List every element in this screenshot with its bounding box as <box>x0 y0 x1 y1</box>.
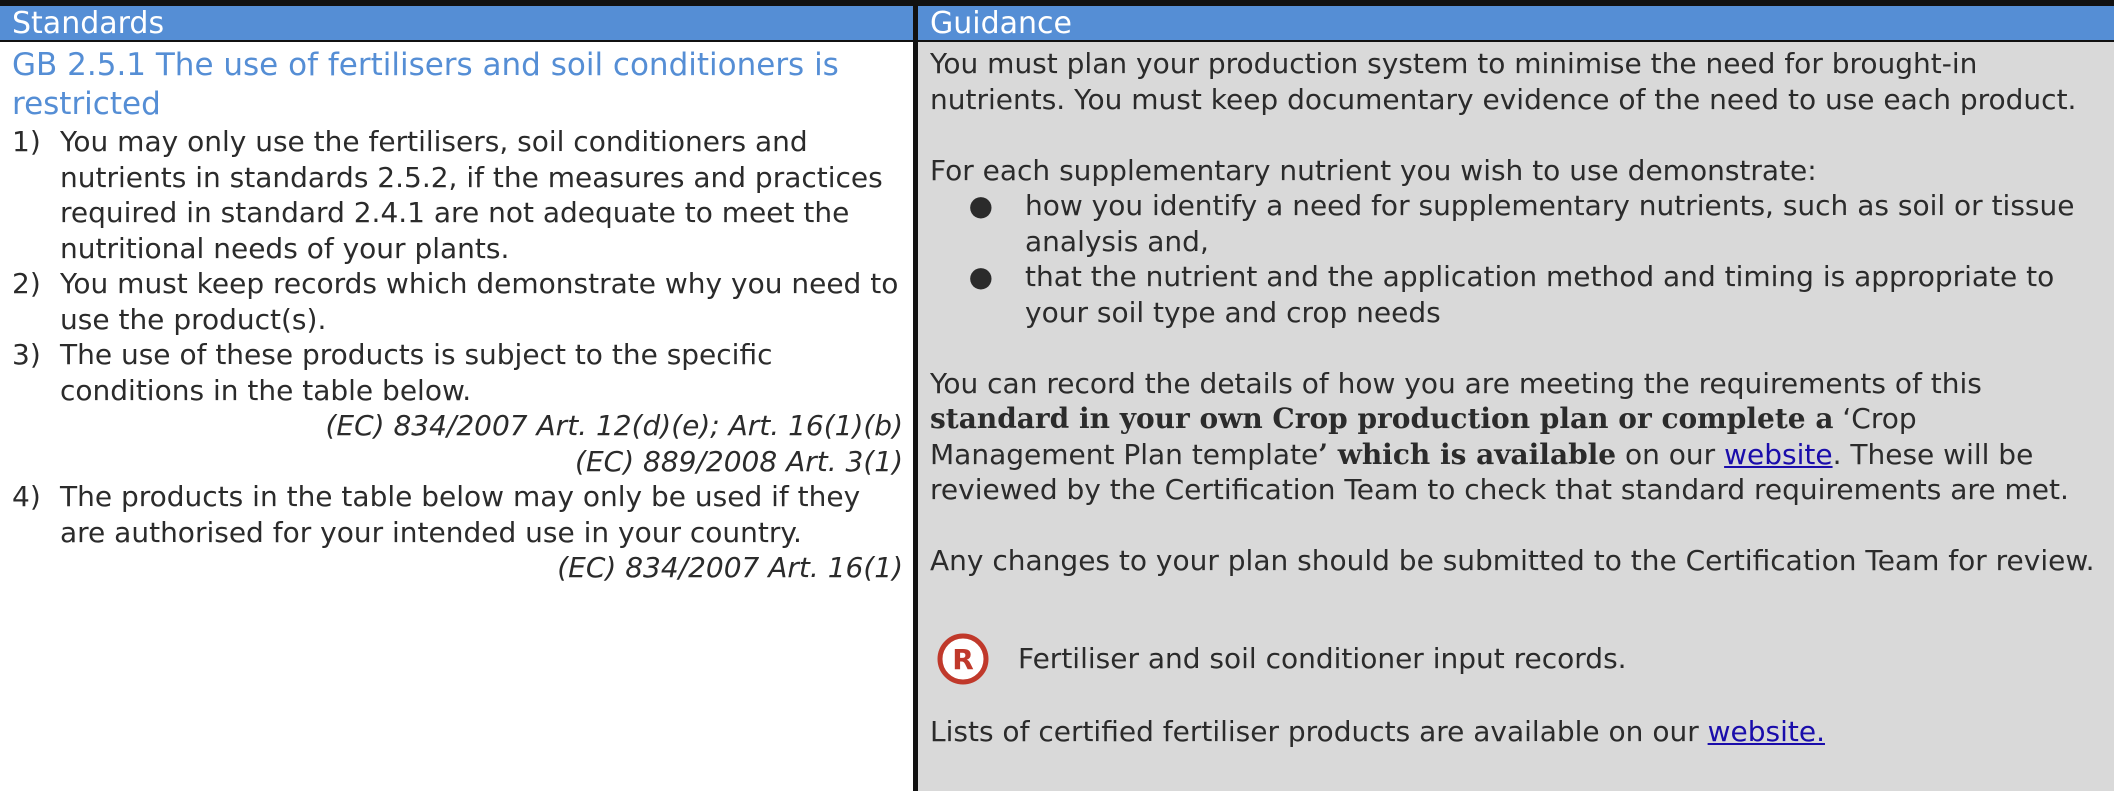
guidance-paragraph: You must plan your production system to … <box>930 47 2077 116</box>
regulation-reference: (EC) 834/2007 Art. 16(1) <box>557 551 903 584</box>
list-item: 4) The products in the table below may on… <box>12 480 861 549</box>
bullet-icon: ● <box>968 189 993 222</box>
regulation-reference: (EC) 834/2007 Art. 12(d)(e); Art. 16(1)(… <box>325 409 904 442</box>
bullet-icon: ● <box>968 260 993 293</box>
standards-header: Standards <box>0 6 913 42</box>
standards-column: Standards GB 2.5.1 The use of fertiliser… <box>0 6 918 791</box>
list-item: ● that the nutrient and the application m… <box>930 259 2102 330</box>
list-item: 1) You may only use the fertilisers, soil… <box>12 125 883 265</box>
guidance-paragraph: You can record the details of how you ar… <box>930 366 2069 507</box>
list-item: 3) The use of these products is subject t… <box>12 338 773 407</box>
svg-text:R: R <box>952 643 974 676</box>
website-link[interactable]: website. <box>1708 715 1825 748</box>
guidance-paragraph: Lists of certified fertiliser products a… <box>930 715 1825 748</box>
regulation-reference: (EC) 889/2008 Art. 3(1) <box>575 444 903 478</box>
guidance-bullets: ● how you identify a need for supplementa… <box>930 188 2102 330</box>
list-item: 2) You must keep records which demonstrat… <box>12 267 899 336</box>
guidance-paragraph: Any changes to your plan should be submi… <box>930 544 2095 577</box>
standards-list: 1) You may only use the fertilisers, soil… <box>0 124 913 408</box>
record-icon: R <box>937 633 989 685</box>
guidance-body: You must plan your production system to … <box>918 42 2114 750</box>
standards-guidance-table: Standards GB 2.5.1 The use of fertiliser… <box>0 6 2114 791</box>
list-item: ● how you identify a need for supplementa… <box>930 188 2102 259</box>
website-link[interactable]: website <box>1724 438 1832 471</box>
standard-title: GB 2.5.1 The use of fertilisers and soil… <box>12 47 839 122</box>
guidance-header: Guidance <box>918 6 2114 42</box>
standards-list-continued: 4) The products in the table below may on… <box>0 479 913 550</box>
record-text: Fertiliser and soil conditioner input re… <box>1018 642 1627 676</box>
record-requirement: R Fertiliser and soil conditioner input … <box>930 632 2102 686</box>
guidance-paragraph: For each supplementary nutrient you wish… <box>930 153 1817 187</box>
guidance-column: Guidance You must plan your production s… <box>918 6 2114 791</box>
